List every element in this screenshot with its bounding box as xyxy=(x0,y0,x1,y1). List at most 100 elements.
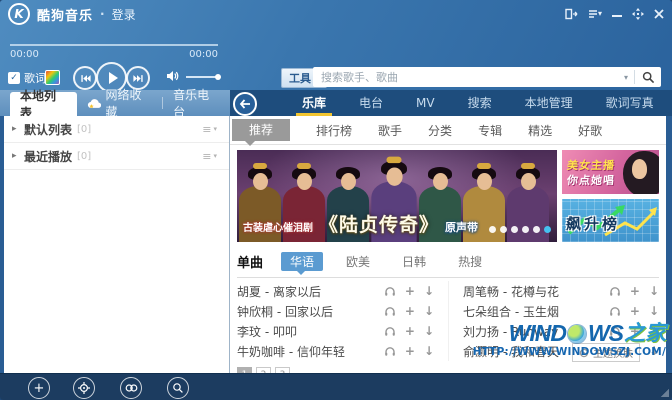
tab-radio[interactable]: 电台 xyxy=(359,90,383,116)
subnav-good-songs[interactable]: 好歌 xyxy=(578,122,602,139)
back-button[interactable] xyxy=(233,92,257,116)
volume-knob[interactable] xyxy=(215,74,221,80)
sidebar-tab-local-list[interactable]: 本地列表 xyxy=(10,92,77,116)
download-button[interactable]: ↓ xyxy=(649,345,659,357)
download-button[interactable]: ↓ xyxy=(424,305,434,317)
song-title[interactable]: 七朵组合 - 玉生烟 xyxy=(463,303,609,320)
volume-slider[interactable] xyxy=(186,76,218,78)
carousel-dot-active[interactable] xyxy=(544,226,551,233)
tab-search[interactable]: 搜索 xyxy=(468,90,492,116)
carousel-dot[interactable] xyxy=(489,226,496,233)
add-button[interactable]: + xyxy=(405,305,415,317)
listen-button[interactable] xyxy=(384,285,396,297)
color-spectrum-icon[interactable] xyxy=(45,70,60,85)
listen-button[interactable] xyxy=(609,325,621,337)
singles-section: 单曲 华语 欧美 日韩 热搜 胡夏 - 离家以后 +↓ xyxy=(237,250,659,382)
add-button[interactable]: + xyxy=(630,325,640,337)
listen-button[interactable] xyxy=(384,325,396,337)
subnav-recommend[interactable]: 推荐 xyxy=(232,119,290,141)
tab-music-library[interactable]: 乐库 xyxy=(302,90,326,116)
song-title[interactable]: 周笔畅 - 花樽与花 xyxy=(463,283,609,300)
tab-lyrics-photo[interactable]: 歌词写真 xyxy=(606,90,654,116)
expander-icon[interactable]: ▸ xyxy=(12,124,24,134)
subnav-singers[interactable]: 歌手 xyxy=(378,122,402,139)
song-title[interactable]: 胡夏 - 离家以后 xyxy=(237,283,384,300)
add-button[interactable]: + xyxy=(405,285,415,297)
listen-button[interactable] xyxy=(609,285,621,297)
playlist-count: [0] xyxy=(77,151,91,162)
listen-button[interactable] xyxy=(384,305,396,317)
search-dropdown-caret[interactable]: ▾ xyxy=(618,73,634,82)
seek-bar[interactable] xyxy=(10,44,218,46)
carousel-dot[interactable] xyxy=(500,226,507,233)
song-title[interactable]: 钟欣桐 - 回家以后 xyxy=(237,303,384,320)
song-row[interactable]: 刘力扬 - Runway + ↓ xyxy=(463,321,659,341)
download-button[interactable]: ↓ xyxy=(424,285,434,297)
song-title[interactable]: 李玟 - 叩叩 xyxy=(237,323,384,340)
volume-icon[interactable] xyxy=(166,70,180,85)
tab-local-manage[interactable]: 本地管理 xyxy=(525,90,573,116)
add-button[interactable]: + xyxy=(405,325,415,337)
listen-button[interactable] xyxy=(609,305,621,317)
login-link[interactable]: 登录 xyxy=(112,6,136,23)
change-skin-button[interactable]: 主题换肤 xyxy=(572,343,640,362)
song-row[interactable]: 周笔畅 - 花樽与花 + ↓ xyxy=(463,281,659,301)
download-button[interactable]: ↓ xyxy=(424,345,434,357)
playlist-row-default[interactable]: ▸ 默认列表 [0] ≡ ▾ xyxy=(4,116,229,143)
singles-tab-hot[interactable]: 热搜 xyxy=(449,252,491,271)
tab-mv[interactable]: MV xyxy=(416,90,435,116)
carousel-dot[interactable] xyxy=(522,226,529,233)
banner-badge: 原声带 xyxy=(445,219,478,235)
close-button[interactable] xyxy=(654,9,664,19)
locate-button[interactable] xyxy=(73,377,95,399)
add-button[interactable]: + xyxy=(630,285,640,297)
song-row[interactable]: 李玟 - 叩叩 + ↓ xyxy=(237,321,434,341)
search-button[interactable] xyxy=(635,71,661,84)
drama-ost-banner[interactable]: 古装虐心催泪剧 《陆贞传奇》 原声带 xyxy=(237,150,557,242)
singles-tab-jk[interactable]: 日韩 xyxy=(393,252,435,271)
sidebar-tab-cloud-favorites[interactable]: 网络收藏 xyxy=(77,90,162,116)
previous-button[interactable] xyxy=(73,66,97,90)
playlist-menu-button[interactable]: ≡ ▾ xyxy=(202,124,221,135)
playlist-menu-button[interactable]: ≡ ▾ xyxy=(202,151,221,162)
subnav-categories[interactable]: 分类 xyxy=(428,122,452,139)
song-title[interactable]: 刘力扬 - Runway xyxy=(463,323,609,340)
lyrics-toggle[interactable]: ✓ 歌词 xyxy=(8,70,46,86)
download-button[interactable]: ↓ xyxy=(424,325,434,337)
plus-icon: + xyxy=(34,382,45,395)
resize-grip[interactable] xyxy=(661,389,669,397)
anchor-promo-banner[interactable]: 美女主播 你点她唱 xyxy=(562,150,659,194)
search-input[interactable] xyxy=(313,71,618,84)
add-music-button[interactable]: + xyxy=(28,377,50,399)
lyrics-checkbox[interactable]: ✓ xyxy=(8,72,20,84)
rings-button[interactable] xyxy=(120,377,142,399)
song-row[interactable]: 胡夏 - 离家以后 + ↓ xyxy=(237,281,434,301)
playlist-row-recent[interactable]: ▸ 最近播放 [0] ≡ ▾ xyxy=(4,143,229,170)
soaring-chart-banner[interactable]: 飙升榜 xyxy=(562,199,659,243)
add-button[interactable]: + xyxy=(630,305,640,317)
search-local-button[interactable] xyxy=(167,377,189,399)
download-button[interactable]: ↓ xyxy=(649,305,659,317)
resize-button[interactable] xyxy=(632,8,644,20)
download-button[interactable]: ↓ xyxy=(649,325,659,337)
song-title[interactable]: 牛奶咖啡 - 信仰年轻 xyxy=(237,343,384,360)
carousel-dot[interactable] xyxy=(533,226,540,233)
listen-button[interactable] xyxy=(384,345,396,357)
titlebar[interactable]: K 酷狗音乐 · 登录 ▾ xyxy=(0,0,672,28)
main-menu-button[interactable]: ▾ xyxy=(588,9,602,19)
expander-icon[interactable]: ▸ xyxy=(12,151,24,161)
download-button[interactable]: ↓ xyxy=(649,285,659,297)
mini-mode-button[interactable] xyxy=(565,8,578,20)
song-row[interactable]: 七朵组合 - 玉生烟 + ↓ xyxy=(463,301,659,321)
sidebar-tab-music-radio[interactable]: 音乐电台 xyxy=(163,90,230,116)
song-row[interactable]: 牛奶咖啡 - 信仰年轻 + ↓ xyxy=(237,341,434,361)
singles-tab-mandarin[interactable]: 华语 xyxy=(281,252,323,271)
minimize-button[interactable] xyxy=(612,9,622,19)
subnav-featured[interactable]: 精选 xyxy=(528,122,552,139)
carousel-dot[interactable] xyxy=(511,226,518,233)
subnav-rankings[interactable]: 排行榜 xyxy=(316,122,352,139)
singles-tab-western[interactable]: 欧美 xyxy=(337,252,379,271)
subnav-albums[interactable]: 专辑 xyxy=(478,122,502,139)
add-button[interactable]: + xyxy=(405,345,415,357)
song-row[interactable]: 钟欣桐 - 回家以后 + ↓ xyxy=(237,301,434,321)
